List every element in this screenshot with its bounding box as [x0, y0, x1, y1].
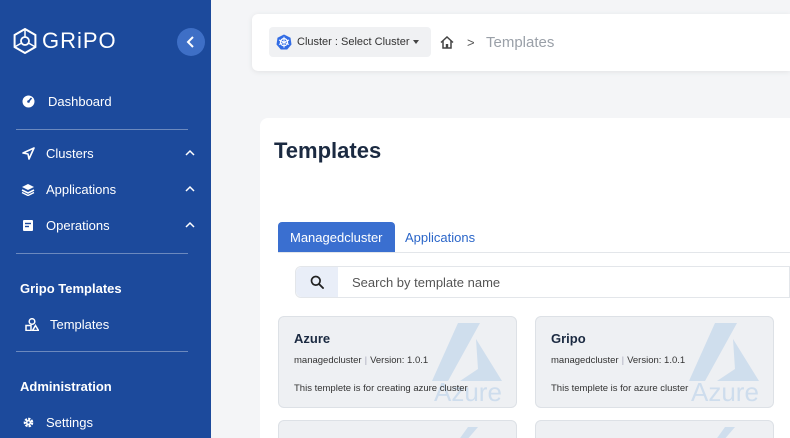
divider — [16, 351, 188, 352]
sidebar-item-operations[interactable]: Operations — [20, 217, 195, 233]
collapse-sidebar-button[interactable] — [177, 28, 205, 56]
chevron-up-icon[interactable] — [185, 217, 195, 231]
azure-watermark-icon — [717, 427, 735, 438]
divider — [16, 253, 188, 254]
sidebar-item-label: Applications — [46, 181, 117, 197]
dashboard-icon — [20, 93, 36, 109]
sidebar-item-settings[interactable]: Settings — [20, 414, 195, 430]
sidebar-item-clusters[interactable]: Clusters — [20, 145, 195, 161]
card-meta: managedcluster | Version: 1.0.1 — [551, 355, 685, 366]
home-icon[interactable] — [440, 36, 454, 49]
card-title: Azure — [294, 331, 331, 346]
search-button[interactable] — [296, 267, 338, 297]
cluster-select-label: Cluster : Select Cluster — [297, 36, 410, 48]
breadcrumb-separator: > — [467, 35, 475, 50]
card-version: Version: 1.0.1 — [370, 355, 429, 366]
search-input[interactable] — [338, 274, 778, 290]
card-type: managedcluster — [294, 355, 362, 366]
section-title-gripo-templates: Gripo Templates — [20, 281, 122, 296]
logo-text: GRiPO — [42, 28, 117, 53]
gear-icon — [20, 414, 36, 430]
send-icon — [20, 145, 36, 161]
sidebar-item-label: Templates — [50, 316, 110, 332]
sidebar-item-dashboard[interactable]: Dashboard — [20, 93, 195, 109]
sidebar-item-applications[interactable]: Applications — [20, 181, 195, 197]
gripo-logo-icon — [13, 28, 37, 54]
template-card-azure[interactable]: Azure Azure managedcluster | Version: 1.0.… — [278, 316, 517, 408]
page-title: Templates — [274, 138, 382, 163]
template-card-partial[interactable] — [535, 420, 774, 438]
clipboard-icon — [20, 217, 36, 233]
divider — [16, 129, 188, 130]
tab-managedcluster[interactable]: Managedcluster — [278, 222, 395, 253]
sidebar-item-templates[interactable]: Templates — [20, 316, 195, 332]
template-card-partial[interactable] — [278, 420, 517, 438]
sidebar-item-label: Settings — [46, 414, 93, 430]
card-meta: managedcluster | Version: 1.0.1 — [294, 355, 428, 366]
sidebar: GRiPO Dashboard Clusters Applications Op… — [0, 0, 211, 438]
shapes-icon — [24, 316, 40, 332]
azure-watermark-icon: Azure — [689, 323, 759, 407]
breadcrumb-current: Templates — [486, 34, 555, 51]
card-description: This templete is for azure cluster — [551, 383, 689, 394]
logo[interactable]: GRiPO — [12, 28, 117, 54]
card-title: Gripo — [551, 331, 586, 346]
card-description: This templete is for creating azure clus… — [294, 383, 468, 394]
meta-separator: | — [621, 355, 625, 366]
kubernetes-icon — [276, 34, 292, 50]
tab-applications[interactable]: Applications — [393, 222, 487, 253]
layers-icon — [20, 181, 36, 197]
templates-panel: Templates Managedcluster Applications Az… — [260, 118, 790, 438]
template-card-gripo[interactable]: Azure Gripo managedcluster | Version: 1.0.… — [535, 316, 774, 408]
search-bar — [295, 266, 790, 298]
azure-watermark-icon — [460, 427, 478, 438]
chevron-up-icon[interactable] — [185, 181, 195, 195]
sidebar-item-label: Clusters — [46, 145, 94, 161]
breadcrumb-bar: Cluster : Select Cluster > Templates — [252, 14, 790, 71]
section-title-administration: Administration — [20, 379, 112, 394]
card-version: Version: 1.0.1 — [627, 355, 686, 366]
tab-underline — [278, 252, 790, 253]
watermark-text: Azure — [691, 377, 759, 407]
sidebar-item-label: Dashboard — [48, 93, 112, 109]
chevron-up-icon[interactable] — [185, 145, 195, 159]
caret-down-icon — [413, 40, 420, 44]
sidebar-item-label: Operations — [46, 217, 110, 233]
cluster-select-dropdown[interactable]: Cluster : Select Cluster — [269, 27, 431, 57]
card-type: managedcluster — [551, 355, 619, 366]
chevron-left-icon — [186, 36, 194, 48]
meta-separator: | — [364, 355, 368, 366]
search-icon — [310, 275, 324, 289]
